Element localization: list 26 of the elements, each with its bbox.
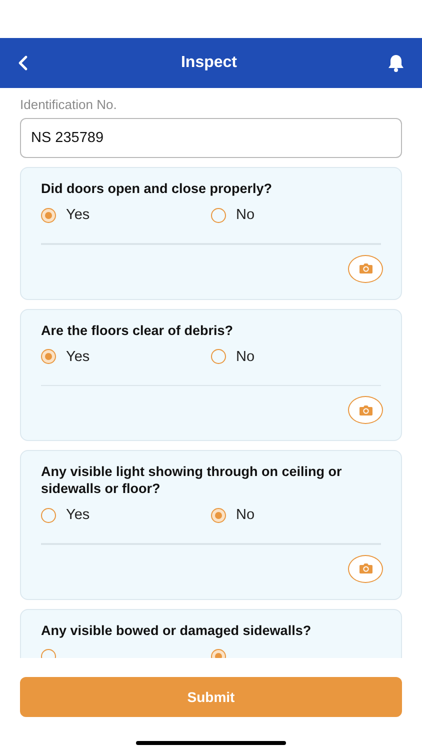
screen-title: Inspect xyxy=(180,54,238,72)
option-label[interactable]: No xyxy=(236,207,255,223)
radio-button[interactable] xyxy=(211,208,226,222)
radio-button[interactable] xyxy=(41,349,56,364)
question-text: Are the floors clear of debris? xyxy=(41,322,234,338)
question-text: Any visible light showing through on ceiling or sidewalls or floor? xyxy=(41,463,343,497)
option-label[interactable]: Yes xyxy=(66,348,90,364)
radio-button[interactable] xyxy=(211,508,226,522)
option-label[interactable]: No xyxy=(236,348,255,364)
camera-icon xyxy=(358,263,372,274)
camera-icon xyxy=(358,404,372,416)
radio-button[interactable] xyxy=(211,349,226,364)
option-label[interactable]: Yes xyxy=(66,507,90,523)
radio-button[interactable] xyxy=(41,208,56,222)
camera-button[interactable] xyxy=(348,254,383,282)
field-label: Identification No. xyxy=(20,97,118,112)
radio-button[interactable] xyxy=(41,508,56,522)
bell-icon[interactable] xyxy=(386,53,406,73)
camera-button[interactable] xyxy=(348,396,383,424)
camera-button[interactable] xyxy=(348,554,383,582)
option-label[interactable]: Yes xyxy=(66,207,90,223)
camera-icon xyxy=(358,563,372,574)
identification-field[interactable]: NS 235789 xyxy=(20,118,402,158)
question-text: Did doors open and close properly? xyxy=(41,180,274,197)
option-label[interactable]: No xyxy=(236,507,255,523)
question-text: Any visible bowed or damaged sidewalls? xyxy=(41,622,312,638)
